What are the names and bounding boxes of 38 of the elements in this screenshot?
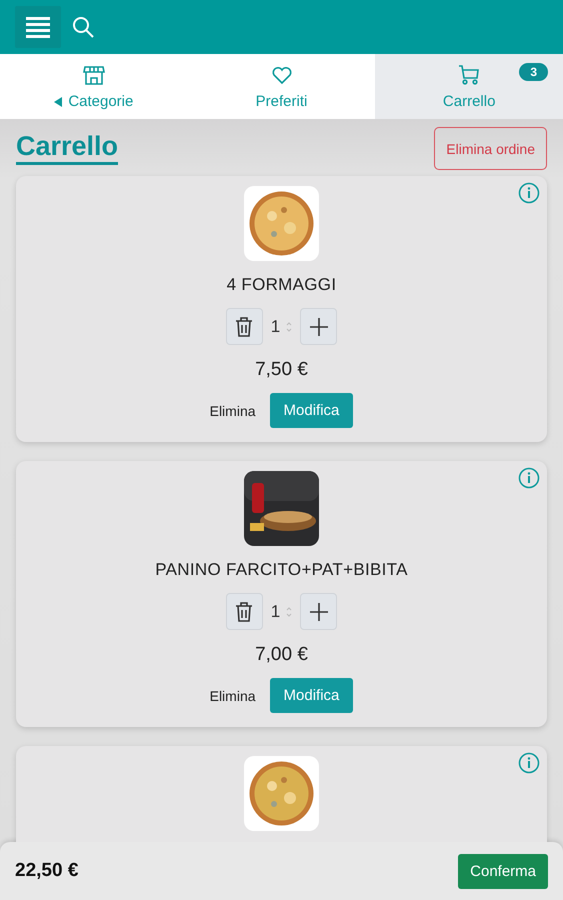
cart-icon bbox=[457, 63, 482, 87]
product-price: 7,00 € bbox=[255, 644, 308, 666]
search-icon[interactable] bbox=[71, 15, 95, 39]
remove-link[interactable]: Elimina bbox=[210, 688, 256, 704]
trash-icon bbox=[234, 600, 254, 622]
product-name: PANINO FARCITO+PAT+BIBITA bbox=[155, 560, 408, 580]
nav-tab[interactable]: Preferiti bbox=[188, 54, 376, 119]
plus-icon bbox=[308, 602, 329, 622]
add-button[interactable] bbox=[300, 308, 338, 345]
remove-link[interactable]: Elimina bbox=[210, 402, 256, 418]
menu-icon bbox=[26, 16, 50, 38]
quantity-field[interactable]: 1 bbox=[270, 316, 292, 336]
edit-button[interactable]: Modifica bbox=[270, 393, 354, 428]
clear-order-button[interactable]: Elimina ordine bbox=[434, 127, 547, 170]
plus-icon bbox=[308, 316, 329, 336]
quantity-field[interactable]: 1 bbox=[270, 602, 292, 622]
tab-label: Categorie bbox=[68, 93, 134, 110]
nav-tab[interactable]: Carrello 3 bbox=[375, 54, 563, 119]
delete-button[interactable] bbox=[226, 308, 263, 345]
add-button[interactable] bbox=[300, 593, 338, 630]
delete-button[interactable] bbox=[226, 593, 263, 630]
caret-icon bbox=[54, 96, 62, 106]
nav-tab[interactable]: Categorie bbox=[0, 54, 188, 119]
total-price: 22,50 € bbox=[15, 860, 78, 882]
page-title: Carrello bbox=[16, 132, 118, 165]
menu-button[interactable] bbox=[15, 6, 61, 48]
info-icon[interactable] bbox=[518, 752, 540, 774]
confirm-button[interactable]: Conferma bbox=[458, 854, 548, 888]
trash-icon bbox=[234, 316, 254, 338]
store-icon bbox=[82, 63, 106, 87]
product-name: 4 FORMAGGI bbox=[226, 275, 336, 295]
count-badge: 3 bbox=[519, 63, 548, 81]
info-icon[interactable] bbox=[518, 467, 540, 489]
tab-label: Carrello bbox=[442, 93, 496, 110]
tab-label: Preferiti bbox=[256, 93, 308, 110]
edit-button[interactable]: Modifica bbox=[270, 678, 354, 713]
product-price: 7,50 € bbox=[255, 359, 308, 381]
info-icon[interactable] bbox=[518, 182, 540, 204]
